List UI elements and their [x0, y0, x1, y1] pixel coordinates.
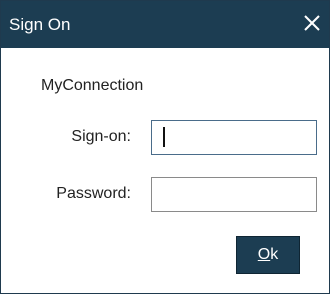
ok-mnemonic: O: [257, 246, 271, 263]
signon-label: Sign-on:: [71, 128, 131, 145]
password-label: Password:: [56, 185, 131, 202]
connection-name: MyConnection: [41, 77, 144, 94]
password-input[interactable]: [151, 177, 317, 212]
signon-input[interactable]: [151, 120, 317, 155]
close-icon: [304, 15, 320, 31]
sign-on-dialog: Sign On MyConnection Sign-on: Password: …: [0, 0, 330, 294]
close-button[interactable]: [299, 10, 325, 36]
title-bar: Sign On: [1, 1, 329, 48]
text-caret: [163, 127, 165, 147]
window-title: Sign On: [9, 15, 71, 34]
ok-button[interactable]: Ok: [236, 236, 300, 274]
ok-label-rest: k: [270, 246, 279, 263]
